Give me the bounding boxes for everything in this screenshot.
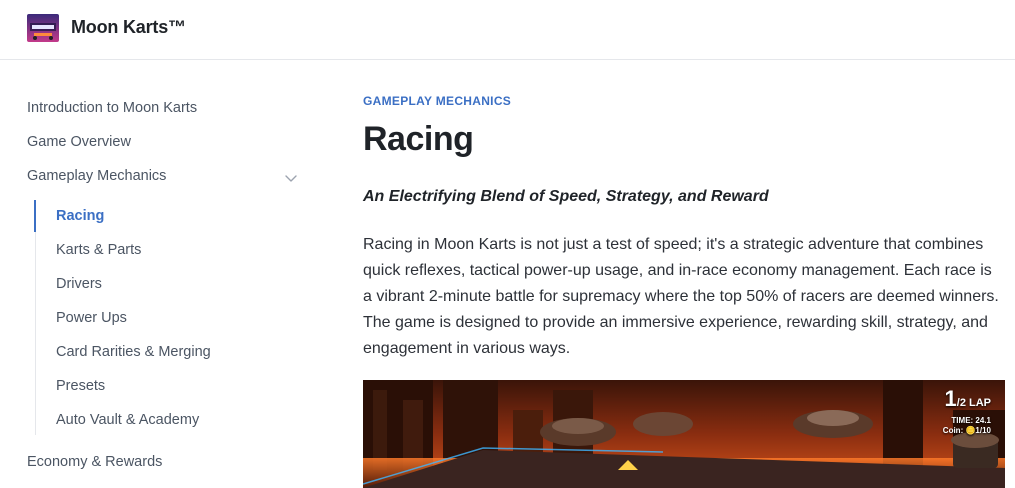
- lap-counter: 1/2 LAP: [945, 386, 991, 412]
- lap-total: /2 LAP: [956, 397, 991, 409]
- site-title[interactable]: Moon Karts™: [71, 17, 186, 38]
- body-paragraph: Racing in Moon Karts is not just a test …: [363, 236, 999, 357]
- main-content: GAMEPLAY MECHANICS Racing An Electrifyin…: [363, 60, 1005, 488]
- sidebar-subitem-drivers[interactable]: Drivers: [56, 276, 102, 292]
- sidebar-item-introduction[interactable]: Introduction to Moon Karts: [27, 100, 197, 116]
- sidebar-item-game-overview[interactable]: Game Overview: [27, 134, 131, 150]
- moon-karts-logo-icon[interactable]: [27, 14, 59, 42]
- sidebar-subitem-power-ups[interactable]: Power Ups: [56, 310, 127, 326]
- top-bar: Moon Karts™: [0, 0, 1015, 60]
- page-title: Racing: [363, 120, 474, 158]
- sidebar-subitem-card-rarities[interactable]: Card Rarities & Merging: [56, 344, 211, 360]
- race-time: TIME: 24.1: [951, 416, 991, 425]
- sidebar-subitem-karts-parts[interactable]: Karts & Parts: [56, 242, 141, 258]
- sidebar-item-gameplay-mechanics[interactable]: Gameplay Mechanics: [27, 168, 166, 184]
- sidebar-subitem-racing[interactable]: Racing: [56, 208, 104, 224]
- chevron-down-icon[interactable]: [283, 170, 299, 186]
- racing-hero-image: 1/2 LAP TIME: 24.1 Coin: 🪙1/10: [363, 380, 1005, 488]
- subnav-divider: [35, 200, 36, 435]
- sidebar-subitem-auto-vault[interactable]: Auto Vault & Academy: [56, 412, 199, 428]
- sidebar-subitem-presets[interactable]: Presets: [56, 378, 105, 394]
- section-eyebrow: GAMEPLAY MECHANICS: [363, 94, 512, 108]
- sidebar-nav: Introduction to Moon Karts Game Overview…: [0, 60, 320, 488]
- sidebar-item-economy-rewards[interactable]: Economy & Rewards: [27, 454, 162, 470]
- lap-current: 1: [944, 386, 957, 411]
- page-subtitle: An Electrifying Blend of Speed, Strategy…: [363, 188, 769, 205]
- subnav-active-indicator: [34, 200, 36, 232]
- coin-counter: Coin: 🪙1/10: [942, 426, 991, 435]
